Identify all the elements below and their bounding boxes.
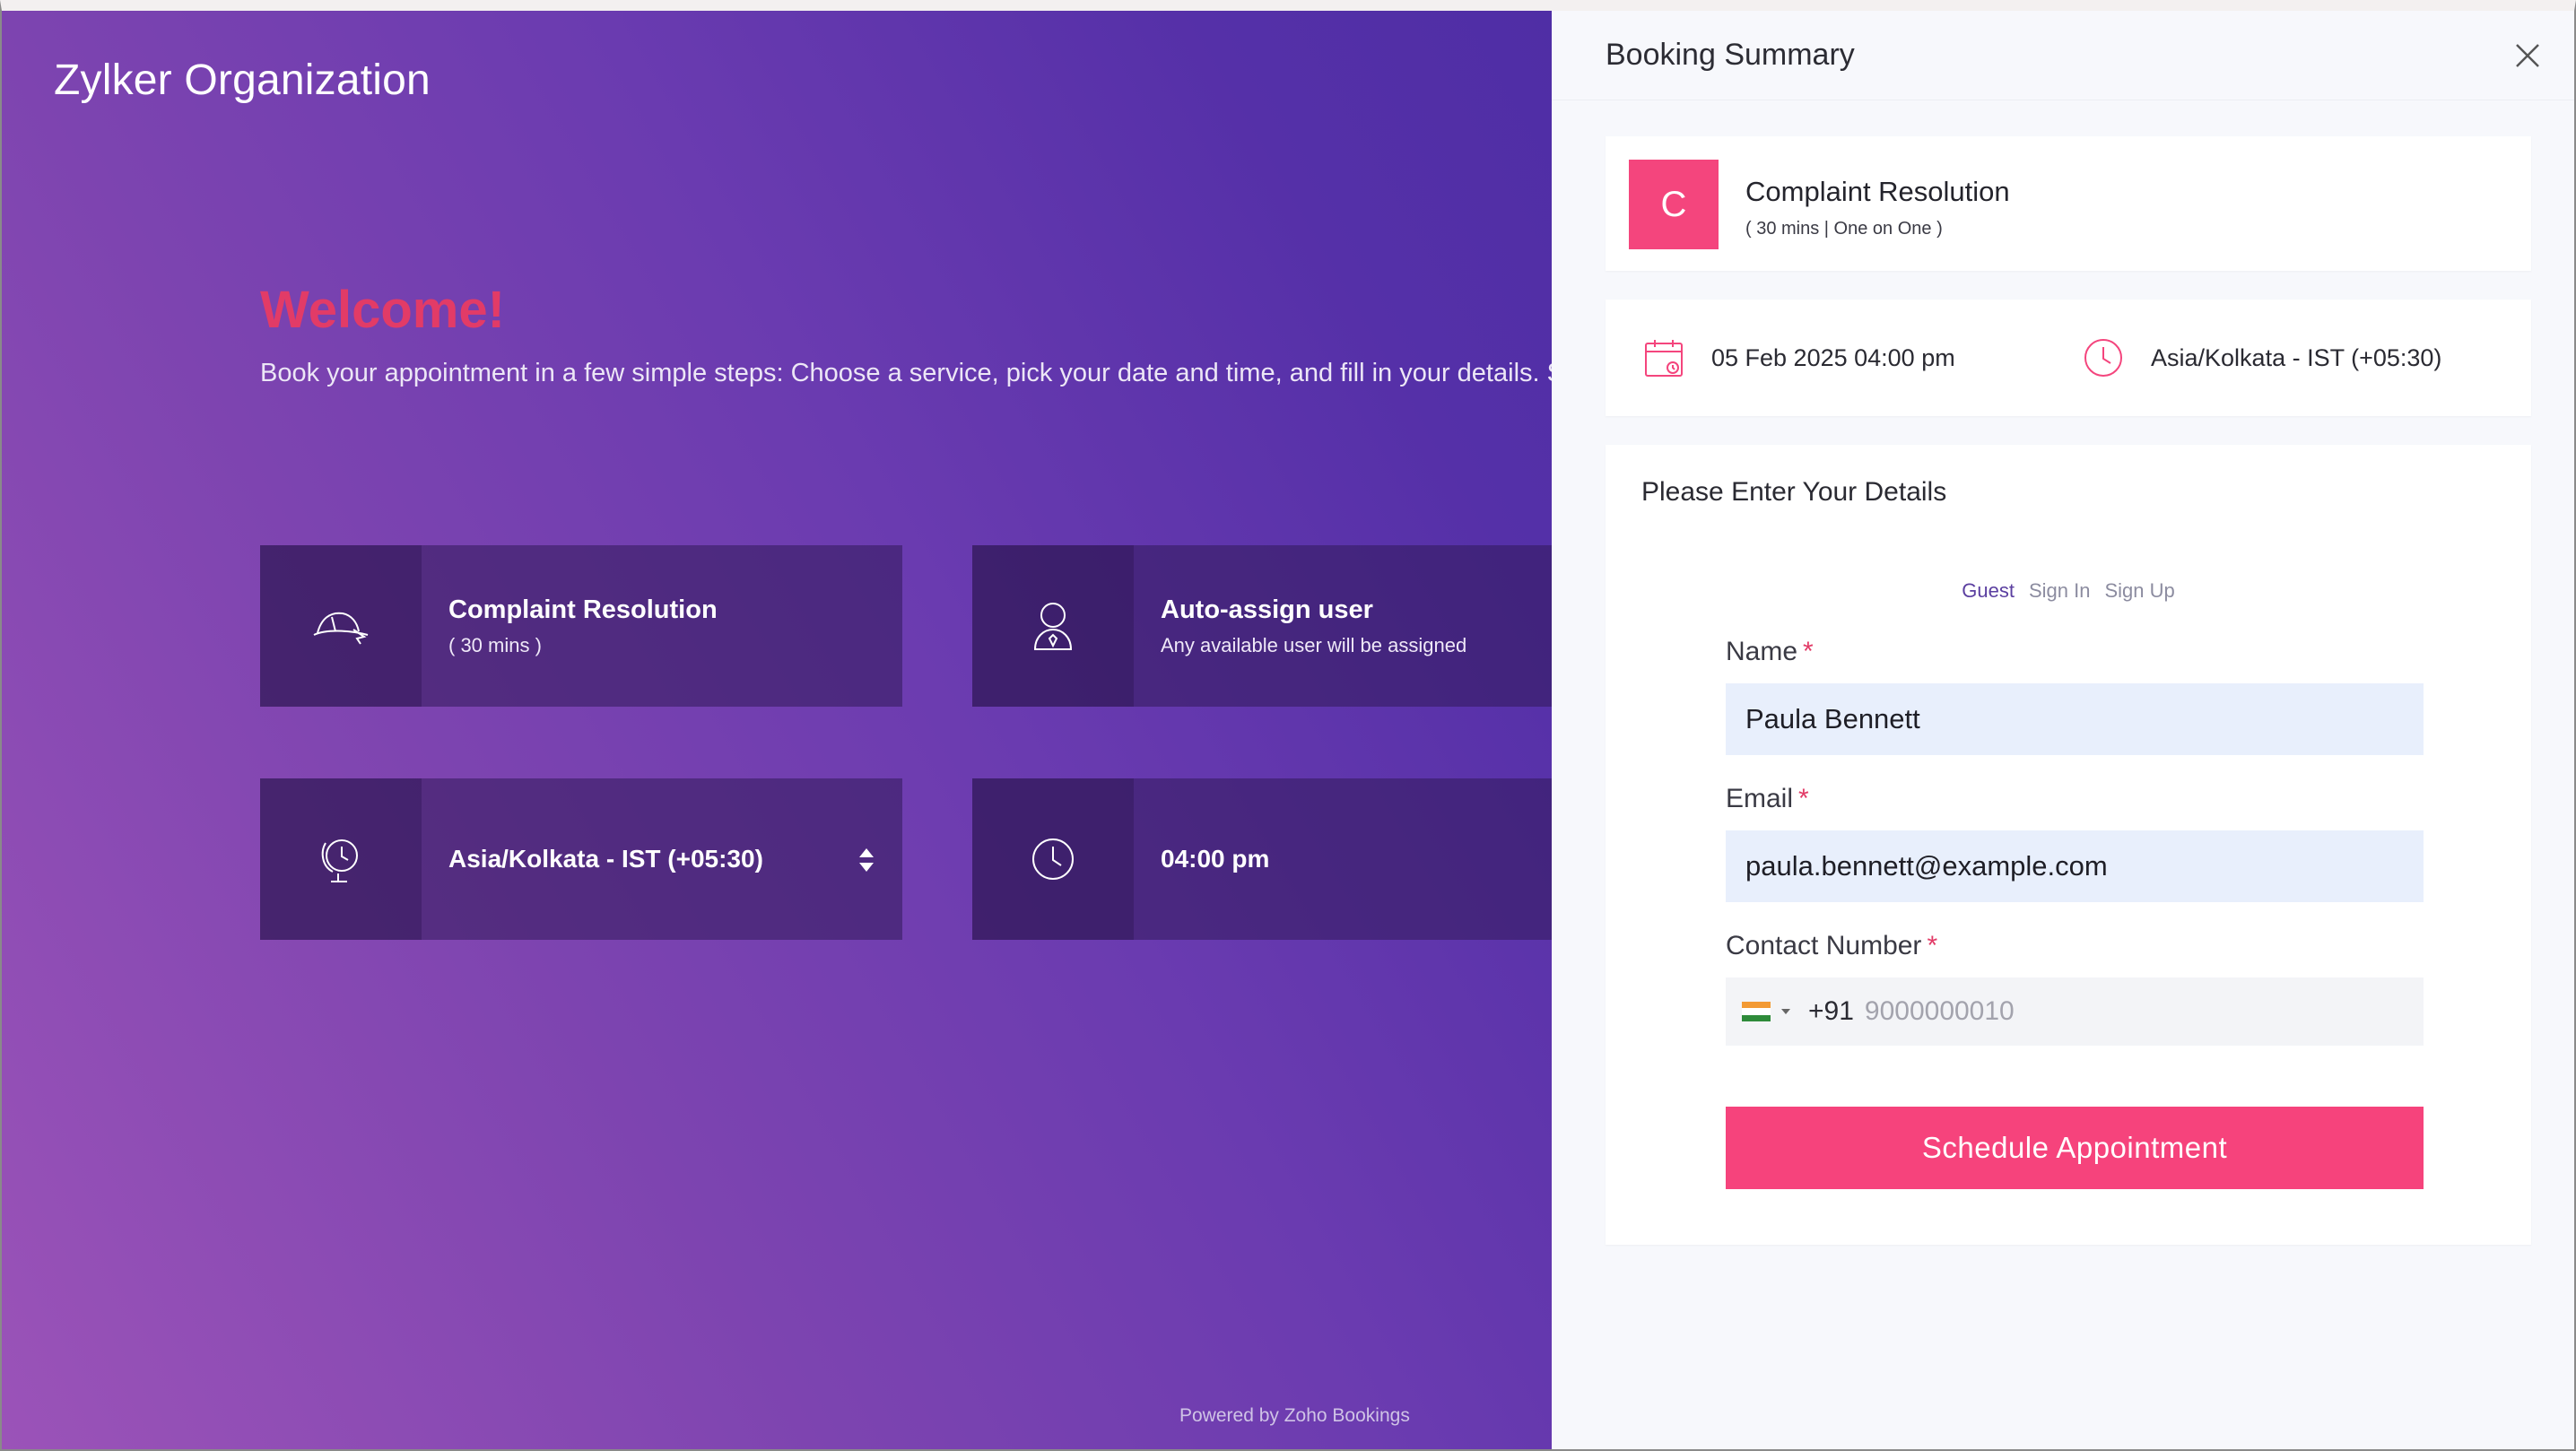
clock-icon [2084, 339, 2122, 377]
name-label: Name * [1726, 637, 1814, 667]
summary-service-box: C Complaint Resolution ( 30 mins | One o… [1606, 136, 2531, 271]
staff-card[interactable]: Auto-assign user Any available user will… [972, 545, 1552, 707]
welcome-heading: Welcome! [260, 281, 505, 339]
timezone-value: Asia/Kolkata - IST (+05:30) [448, 845, 763, 873]
phone-field[interactable]: +91 9000000010 [1726, 977, 2424, 1046]
staff-card-subtitle: Any available user will be assigned [1161, 633, 1467, 656]
service-avatar: C [1629, 160, 1719, 249]
tab-sign-up[interactable]: Sign Up [2104, 579, 2174, 603]
required-mark: * [1803, 637, 1814, 666]
service-card[interactable]: Complaint Resolution ( 30 mins ) [260, 545, 902, 707]
staff-icon-box [972, 545, 1134, 707]
summary-service-name: Complaint Resolution [1745, 176, 2010, 207]
close-button[interactable] [2508, 36, 2547, 75]
tab-sign-in[interactable]: Sign In [2029, 579, 2091, 603]
summary-timezone: Asia/Kolkata - IST (+05:30) [2083, 300, 2441, 416]
timezone-icon-box [260, 778, 422, 940]
time-card[interactable]: 04:00 pm [972, 778, 1552, 940]
close-icon [2516, 43, 2539, 67]
summary-service-details: ( 30 mins | One on One ) [1745, 219, 1943, 239]
details-form-box: Please Enter Your Details Guest Sign In … [1606, 445, 2531, 1245]
summary-datetime-box: 05 Feb 2025 04:00 pm Asia/Kolkata - IST … [1606, 300, 2531, 416]
welcome-text: Book your appointment in a few simple st… [260, 359, 1564, 387]
dial-code: +91 [1808, 996, 1854, 1026]
service-icon-box [260, 545, 422, 707]
clock-icon [1032, 838, 1074, 880]
name-value: Paula Bennett [1745, 703, 1920, 734]
email-label: Email * [1726, 784, 1809, 814]
staff-card-title: Auto-assign user [1161, 595, 1373, 624]
timezone-dropdown-arrows[interactable] [857, 847, 875, 873]
timezone-card-body: Asia/Kolkata - IST (+05:30) [422, 778, 902, 940]
panel-header: Booking Summary [1552, 11, 2574, 100]
powered-by-footer[interactable]: Powered by Zoho Bookings [1179, 1405, 1410, 1427]
staff-card-body: Auto-assign user Any available user will… [1134, 545, 1552, 707]
service-card-duration: ( 30 mins ) [448, 633, 542, 656]
panel-title: Booking Summary [1606, 38, 1855, 72]
phone-label: Contact Number * [1726, 931, 1937, 961]
summary-datetime-text: 05 Feb 2025 04:00 pm [1711, 343, 1955, 371]
service-card-body: Complaint Resolution ( 30 mins ) [422, 545, 902, 707]
name-field[interactable]: Paula Bennett [1726, 683, 2424, 755]
user-icon [1033, 603, 1073, 650]
tab-guest[interactable]: Guest [1962, 579, 2015, 603]
time-card-body: 04:00 pm [1134, 778, 1552, 940]
booking-summary-panel: Booking Summary C Complaint Resolution (… [1552, 11, 2574, 1449]
summary-date: 05 Feb 2025 04:00 pm [1643, 300, 1955, 416]
name-label-text: Name [1726, 637, 1798, 666]
timezone-card[interactable]: Asia/Kolkata - IST (+05:30) [260, 778, 902, 940]
auth-tabs: Guest Sign In Sign Up [1606, 579, 2531, 603]
service-card-title: Complaint Resolution [448, 595, 718, 624]
sort-arrows-icon [859, 848, 874, 872]
required-mark: * [1927, 931, 1938, 960]
org-title: Zylker Organization [54, 56, 431, 104]
email-value: paula.bennett@example.com [1745, 850, 2108, 882]
india-flag-icon[interactable] [1742, 1002, 1771, 1021]
app-window: Zylker Organization Welcome! Book your a… [0, 0, 2576, 1451]
summary-timezone-text: Asia/Kolkata - IST (+05:30) [2151, 343, 2442, 371]
time-icon-box [972, 778, 1134, 940]
hat-icon [313, 612, 369, 645]
email-field[interactable]: paula.bennett@example.com [1726, 830, 2424, 902]
booking-page-background: Zylker Organization Welcome! Book your a… [2, 11, 1564, 1449]
phone-placeholder: 9000000010 [1864, 996, 2015, 1026]
phone-label-text: Contact Number [1726, 931, 1922, 960]
chevron-down-icon[interactable] [1780, 1007, 1792, 1016]
schedule-appointment-button[interactable]: Schedule Appointment [1726, 1107, 2424, 1189]
globe-clock-icon [321, 839, 358, 882]
required-mark: * [1798, 784, 1809, 813]
email-label-text: Email [1726, 784, 1794, 813]
details-title: Please Enter Your Details [1641, 477, 1947, 507]
calendar-icon [1645, 340, 1683, 377]
time-value: 04:00 pm [1161, 845, 1270, 873]
